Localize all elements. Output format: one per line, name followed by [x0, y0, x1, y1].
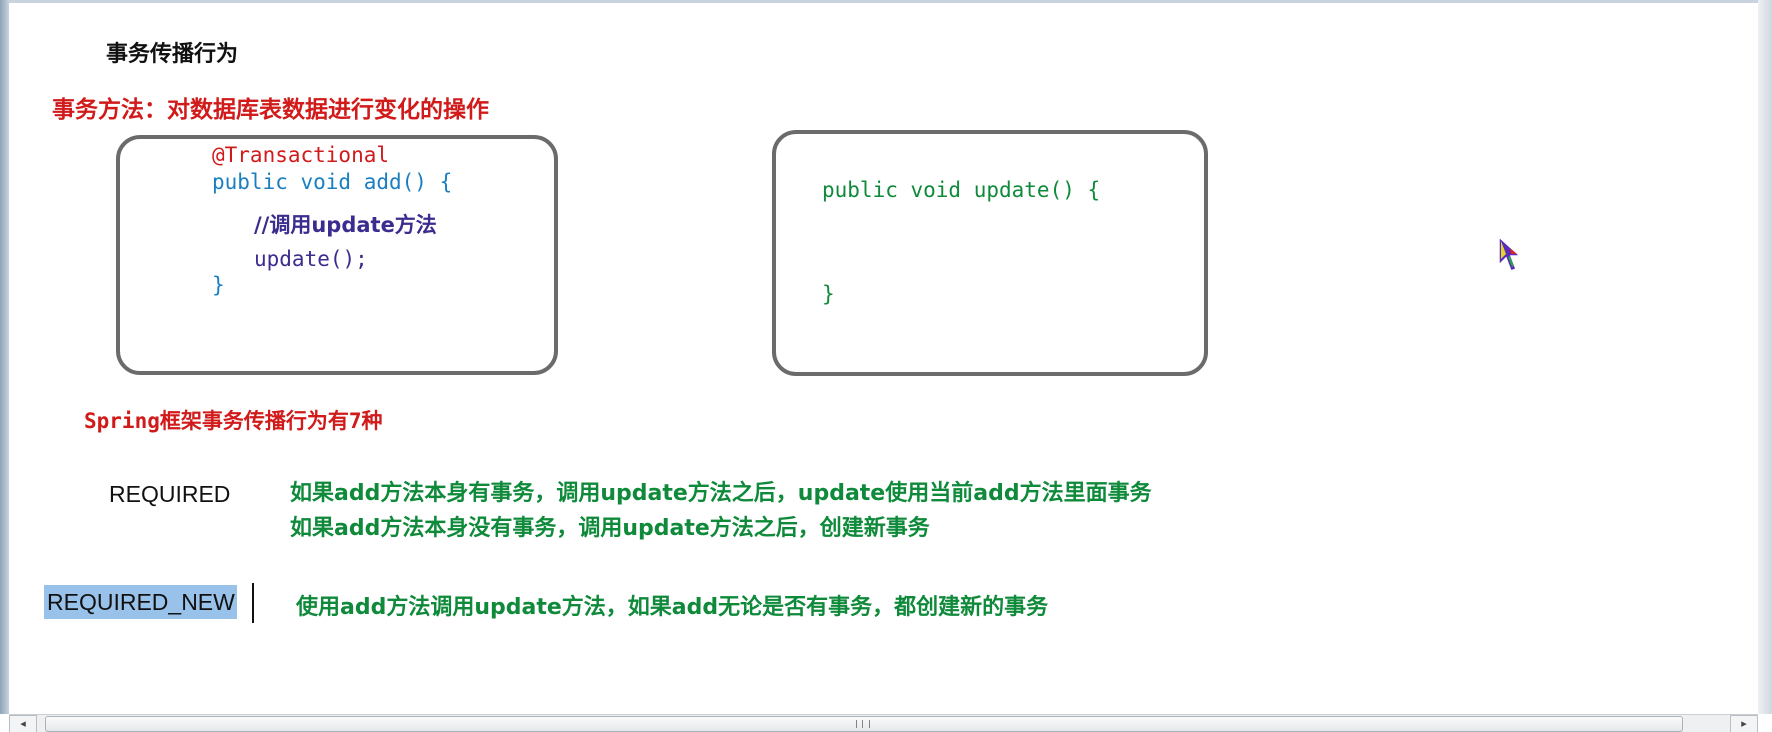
scrollbar-thumb[interactable]	[45, 716, 1683, 732]
update-method-signature: public void update() {	[822, 178, 1101, 202]
update-call: update();	[254, 247, 368, 271]
add-method-close-brace: }	[212, 273, 225, 297]
window-top-edge	[0, 0, 1772, 3]
transactional-annotation: @Transactional	[212, 143, 390, 167]
selected-text[interactable]: REQUIRED_NEW	[44, 585, 237, 619]
propagation-required-new-desc: 使用add方法调用update方法，如果add无论是否有事务，都创建新的事务	[296, 595, 1049, 620]
update-call-comment: //调用update方法	[254, 213, 437, 237]
presentation-window: 事务传播行为 事务方法：对数据库表数据进行变化的操作 @Transactiona…	[0, 0, 1772, 732]
propagation-required-desc-line-2: 如果add方法本身没有事务，调用update方法之后，创建新事务	[290, 516, 930, 541]
text-caret	[252, 583, 254, 623]
update-method-code-box	[772, 130, 1208, 376]
propagation-required-desc-line-1: 如果add方法本身有事务，调用update方法之后，update使用当前add方…	[290, 481, 1152, 506]
slide-title: 事务传播行为	[106, 42, 239, 67]
window-left-edge	[0, 0, 9, 714]
scrollbar-grip-icon	[856, 720, 870, 728]
propagation-required-label: REQUIRED	[109, 481, 231, 507]
horizontal-scrollbar[interactable]: ◂ ▸	[9, 714, 1758, 732]
add-method-signature: public void add() {	[212, 170, 453, 194]
mouse-pointer-icon	[1498, 235, 1522, 272]
update-method-close-brace: }	[822, 282, 835, 306]
window-right-edge	[1758, 0, 1772, 714]
scroll-left-button[interactable]: ◂	[9, 715, 37, 732]
propagation-required-new-label[interactable]: REQUIRED_NEW	[44, 585, 237, 619]
slide-subtitle: 事务方法：对数据库表数据进行变化的操作	[52, 97, 489, 123]
scroll-right-button[interactable]: ▸	[1730, 715, 1758, 732]
propagation-heading: Spring框架事务传播行为有7种	[84, 409, 383, 433]
